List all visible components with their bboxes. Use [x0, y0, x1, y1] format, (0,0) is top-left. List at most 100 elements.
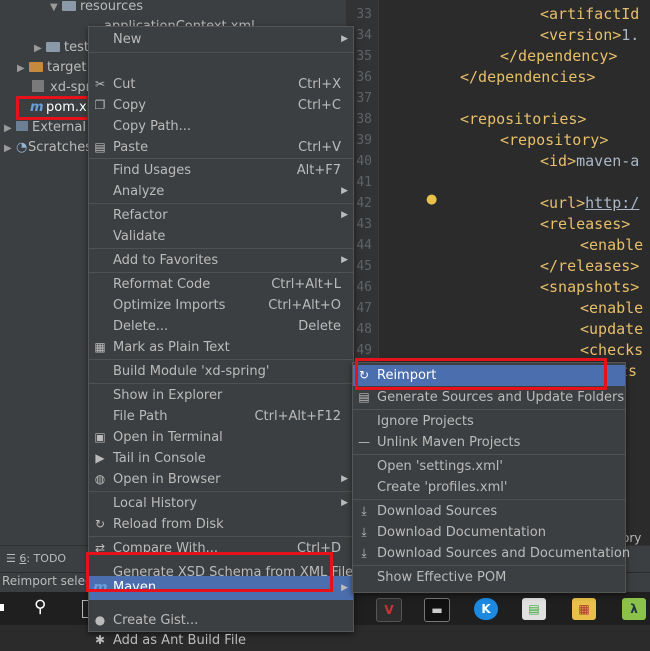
submenu-item-ignore-projects[interactable]: Ignore Projects — [353, 411, 625, 432]
tree-item-resources[interactable]: ▼ resources — [50, 0, 143, 17]
list-icon: ☰ — [6, 552, 20, 565]
menu-item-delete[interactable]: Delete... Delete — [89, 316, 353, 337]
xml-tag: <checks — [580, 341, 644, 359]
menu-item-label: Copy — [113, 98, 146, 113]
xml-tag: <version> — [540, 26, 622, 44]
menu-item-label: Validate — [113, 229, 166, 244]
menu-item-label: Find Usages — [113, 163, 192, 178]
xml-tag: <id> — [540, 152, 577, 170]
menu-item-reload-from-disk[interactable]: ↻ Reload from Disk — [89, 514, 353, 535]
submenu-item-show-effective-pom[interactable]: Show Effective POM — [353, 567, 625, 588]
menu-item-optimize-imports[interactable]: Optimize Imports Ctrl+Alt+O — [89, 295, 353, 316]
menu-item-label: Refactor — [113, 208, 168, 223]
library-icon — [16, 121, 28, 131]
xml-tag: <url> — [540, 194, 586, 212]
submenu-item-label: Show Effective POM — [377, 570, 507, 585]
submenu-item-download-documentation[interactable]: ⤓ Download Documentation — [353, 522, 625, 543]
menu-item-label: Cut — [113, 77, 136, 92]
folder-icon — [29, 62, 43, 72]
menu-separator — [89, 491, 353, 492]
menu-item-local-history[interactable]: Local History ▶ — [89, 493, 353, 514]
menu-item-label: Optimize Imports — [113, 298, 226, 313]
menu-item-label: Reload from Disk — [113, 517, 224, 532]
ant-icon: ✱ — [94, 633, 106, 647]
submenu-arrow-icon: ▶ — [341, 583, 348, 593]
xml-tag: <enable — [580, 299, 644, 317]
tree-item-test[interactable]: ▶ test — [34, 38, 89, 58]
submenu-item-label: Ignore Projects — [377, 414, 474, 429]
windows-start-icon[interactable] — [0, 600, 10, 618]
lightbulb-icon[interactable]: ● — [426, 192, 440, 207]
submenu-item-open-settings-xml[interactable]: Open 'settings.xml' — [353, 456, 625, 477]
menu-item-tail-in-console[interactable]: ▶ Tail in Console — [89, 448, 353, 469]
menu-item-validate[interactable]: Validate — [89, 226, 353, 247]
menu-item-add-as-ant-build-file[interactable]: ✱ Add as Ant Build File — [89, 630, 353, 651]
iml-file-icon — [32, 80, 44, 92]
menu-item-reformat-code[interactable]: Reformat Code Ctrl+Alt+L — [89, 274, 353, 295]
xml-tag: <snapshots> — [540, 278, 640, 296]
xml-tag: <update — [580, 320, 644, 338]
menu-item-open-in-terminal[interactable]: ▣ Open in Terminal — [89, 427, 353, 448]
status-text: Reimport selec — [2, 574, 92, 588]
tree-item-external-libraries[interactable]: ▶ External L — [4, 118, 97, 138]
menu-item-label: Local History — [113, 496, 198, 511]
menu-item-mark-as-plain-text[interactable]: ▦ Mark as Plain Text — [89, 337, 353, 358]
submenu-item-label: Open 'settings.xml' — [377, 459, 503, 474]
submenu-arrow-icon: ▶ — [341, 210, 348, 220]
xml-tag: <enable — [580, 236, 644, 254]
xml-tag: <repository> — [500, 131, 609, 149]
tree-item-target[interactable]: ▶ target — [17, 58, 87, 78]
menu-item-copy-path[interactable]: Copy Path... — [89, 116, 353, 137]
submenu-arrow-icon: ▶ — [341, 186, 348, 196]
menu-item-new[interactable]: New ▶ — [89, 29, 353, 50]
menu-item-shortcut: Alt+F7 — [296, 163, 341, 178]
menu-item-shortcut: Ctrl+Alt+F12 — [254, 409, 341, 424]
menu-item-analyze[interactable]: Analyze ▶ — [89, 181, 353, 202]
chevron-right-icon: ▶ — [34, 43, 42, 54]
plain-text-icon: ▦ — [94, 340, 106, 354]
generate-icon: ▤ — [358, 390, 370, 404]
menu-separator — [89, 536, 353, 537]
menu-item-shortcut: Ctrl+Alt+O — [268, 298, 341, 313]
menu-item-label: Show in Explorer — [113, 388, 223, 403]
terminal-icon: ▣ — [94, 430, 106, 444]
menu-item-cut[interactable]: ✂ Cut Ctrl+X — [89, 74, 353, 95]
tree-item-scratches[interactable]: ▶ ◔Scratches — [4, 138, 92, 158]
menu-item-file-path[interactable]: File Path Ctrl+Alt+F12 — [89, 406, 353, 427]
menu-item-label: Analyze — [113, 184, 165, 199]
menu-item-show-in-explorer[interactable]: Show in Explorer — [89, 385, 353, 406]
menu-item-copy[interactable]: ❐ Copy Ctrl+C — [89, 95, 353, 116]
taskbar-app-icon[interactable]: ▦ — [572, 598, 596, 620]
menu-item-label: Open in Browser — [113, 472, 221, 487]
todo-tab[interactable]: ☰ 6: TODO — [6, 552, 66, 565]
code-line: <repository> — [500, 130, 608, 151]
globe-icon: ◍ — [94, 472, 106, 486]
menu-item-shortcut: Ctrl+V — [298, 140, 341, 155]
scissors-icon: ✂ — [94, 77, 106, 91]
menu-item-label: Open in Terminal — [113, 430, 223, 445]
search-icon[interactable]: ⚲ — [34, 597, 46, 617]
submenu-item-generate-sources-and-update-folders[interactable]: ▤ Generate Sources and Update Folders — [353, 387, 625, 408]
taskbar-app-vs-icon[interactable]: V — [376, 598, 402, 622]
menu-separator — [353, 454, 625, 455]
menu-item-add-to-favorites[interactable]: Add to Favorites ▶ — [89, 250, 353, 271]
menu-item-refactor[interactable]: Refactor ▶ — [89, 205, 353, 226]
chevron-right-icon: ▶ — [17, 63, 25, 74]
submenu-item-create-profiles-xml[interactable]: Create 'profiles.xml' — [353, 477, 625, 498]
menu-item-paste[interactable]: ▤ Paste Ctrl+V — [89, 137, 353, 158]
menu-item-find-usages[interactable]: Find Usages Alt+F7 — [89, 160, 353, 181]
menu-item-build-module-xd-spring[interactable]: Build Module 'xd-spring' — [89, 361, 353, 382]
submenu-item-download-sources-and-documentation[interactable]: ⤓ Download Sources and Documentation — [353, 543, 630, 564]
annotation-box-maven — [86, 552, 333, 592]
submenu-arrow-icon: ▶ — [341, 474, 348, 484]
taskbar-k-app-icon[interactable]: K — [474, 598, 498, 620]
submenu-item-unlink-maven-projects[interactable]: — Unlink Maven Projects — [353, 432, 625, 453]
taskbar-terminal-icon[interactable]: ▬ — [424, 598, 450, 622]
taskbar-chart-app-icon[interactable]: ▤ — [522, 598, 546, 620]
menu-item-open-in-browser[interactable]: ◍ Open in Browser ▶ — [89, 469, 353, 490]
submenu-item-download-sources[interactable]: ⤓ Download Sources — [353, 501, 625, 522]
menu-item-create-gist[interactable]: ● Create Gist... — [89, 610, 353, 631]
taskbar-lambda-app-icon[interactable]: λ — [622, 598, 646, 620]
submenu-item-label: Create 'profiles.xml' — [377, 480, 508, 495]
chevron-right-icon: ▶ — [4, 143, 12, 154]
